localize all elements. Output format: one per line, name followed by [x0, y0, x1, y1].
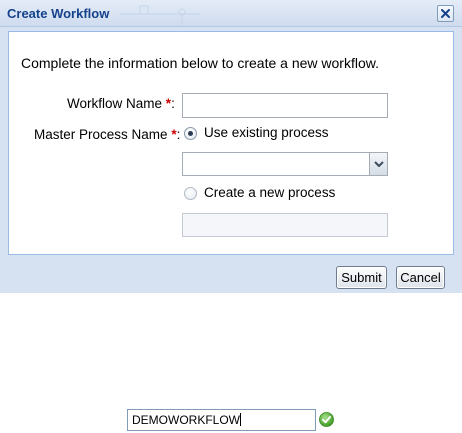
use-existing-process-radio[interactable] — [184, 127, 197, 140]
master-process-name-label: Master Process Name *: — [34, 127, 180, 142]
existing-process-combo[interactable] — [182, 152, 388, 176]
dialog-title: Create Workflow — [7, 6, 110, 21]
titlebar-decoration — [120, 5, 200, 26]
create-workflow-dialog: Create Workflow Complete the information… — [0, 0, 462, 293]
combo-dropdown-trigger[interactable] — [369, 153, 387, 175]
label-colon: : — [176, 127, 181, 142]
check-circle-icon — [319, 412, 334, 427]
close-button[interactable] — [437, 5, 454, 22]
new-process-name-input[interactable] — [182, 213, 388, 237]
text-caret — [240, 413, 241, 426]
workflow-name-entry-value: DEMOWORKFLOW — [132, 413, 240, 427]
master-process-name-label-text: Master Process Name — [34, 127, 168, 142]
close-icon — [441, 9, 450, 18]
workflow-name-input[interactable] — [182, 93, 388, 118]
dialog-titlebar[interactable]: Create Workflow — [0, 0, 462, 27]
cancel-button[interactable]: Cancel — [396, 266, 445, 289]
use-existing-process-label[interactable]: Use existing process — [204, 125, 329, 140]
form-panel: Complete the information below to create… — [8, 31, 454, 255]
intro-text: Complete the information below to create… — [21, 55, 379, 71]
workflow-name-entry-field[interactable]: DEMOWORKFLOW — [127, 409, 316, 431]
chevron-down-icon — [374, 161, 384, 167]
create-new-process-radio[interactable] — [184, 187, 197, 200]
submit-button[interactable]: Submit — [336, 266, 387, 289]
workflow-name-label: Workflow Name *: — [67, 96, 175, 111]
label-colon: : — [171, 96, 175, 111]
create-new-process-label[interactable]: Create a new process — [204, 185, 335, 200]
workflow-name-label-text: Workflow Name — [67, 96, 163, 111]
